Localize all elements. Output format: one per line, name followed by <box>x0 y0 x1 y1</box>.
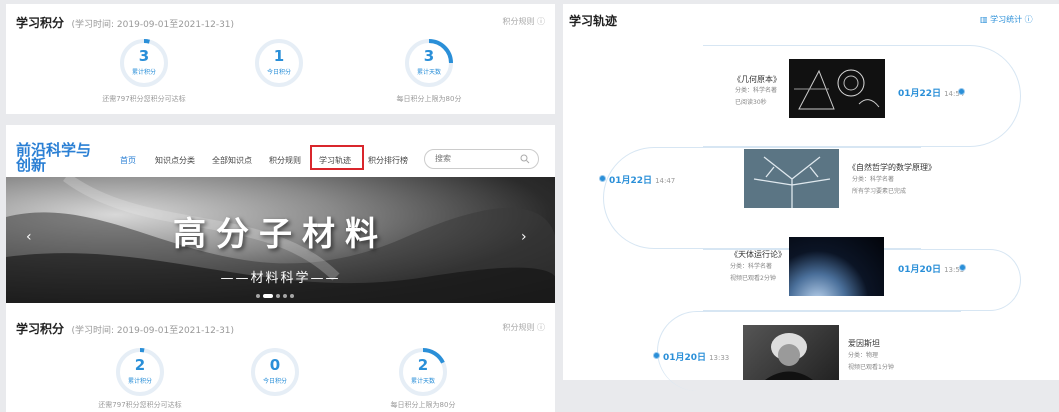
points-left-caption: 还需797积分您积分可达标 <box>102 95 186 103</box>
ring-value: 1 <box>273 47 285 65</box>
nav-learning-track[interactable]: 学习轨迹 <box>319 155 351 166</box>
ring-value: 2 <box>417 356 429 374</box>
site-header: 前沿科学与创新 首页 知识点分类 全部知识点 积分规则 学习轨迹 积分排行榜 <box>6 125 555 177</box>
points-right-caption: 每日积分上限为80分 <box>390 401 456 409</box>
nav-all-knowledge[interactable]: 全部知识点 <box>212 155 252 166</box>
banner-dot[interactable] <box>276 294 280 298</box>
banner-pagination <box>256 294 294 298</box>
timeline-dot-icon <box>959 264 966 271</box>
banner-dot[interactable] <box>256 294 260 298</box>
entry-category: 分类：物理 <box>848 352 879 359</box>
tree-diagram-image <box>753 156 831 208</box>
portrait-image <box>765 333 813 380</box>
hero-banner[interactable]: 高分子材料 ——材料科学—— ‹ › <box>6 177 555 303</box>
entry-status: 所有学习要素已完成 <box>852 188 907 195</box>
today-points-ring: 1 今日积分 <box>254 38 304 88</box>
ring-value: 3 <box>423 47 435 65</box>
total-points-ring: 2 累计积分 <box>115 347 165 397</box>
ring-value: 0 <box>269 356 281 374</box>
entry-thumbnail[interactable] <box>744 149 839 208</box>
today-points-ring: 0 今日积分 <box>250 347 300 397</box>
total-days-ring: 3 累计天数 <box>404 38 454 88</box>
search-icon[interactable] <box>520 154 530 164</box>
banner-dot[interactable] <box>283 294 287 298</box>
entry-thumbnail[interactable] <box>789 237 884 296</box>
banner-prev-icon[interactable]: ‹ <box>26 229 32 245</box>
nav-points-ranking[interactable]: 积分排行榜 <box>368 155 408 166</box>
entry-date: 01月20日 13:33 <box>663 353 730 363</box>
points-title: 学习积分 <box>16 16 65 30</box>
points-panel-top: 学习积分 (学习时间: 2019-09-01至2021-12-31) 积分规则 … <box>6 4 555 114</box>
entry-category: 分类：科学名著 <box>735 87 778 94</box>
entry-category: 分类：科学名著 <box>730 263 773 270</box>
ring-label: 累计天数 <box>410 378 435 385</box>
track-title: 学习轨迹 <box>569 14 618 28</box>
points-rule-link[interactable]: 积分规则 ⓘ <box>502 16 545 27</box>
entry-status: 视频已观看1分钟 <box>848 364 894 371</box>
banner-next-icon[interactable]: › <box>521 229 527 245</box>
ring-label: 累计天数 <box>416 69 441 76</box>
nav-knowledge-categories[interactable]: 知识点分类 <box>155 155 195 166</box>
entry-date: 01月20日 13:53 <box>898 265 965 275</box>
points-title: 学习积分 <box>16 322 65 336</box>
timeline-dot-icon <box>958 88 965 95</box>
entry-date: 01月22日 14:54 <box>898 89 965 99</box>
entry-status: 视频已观看2分钟 <box>730 275 776 282</box>
banner-subtitle: ——材料科学—— <box>220 271 341 286</box>
points-left-caption: 还需797积分您积分可达标 <box>98 401 182 409</box>
entry-title[interactable]: 《几何原本》 <box>733 74 781 85</box>
nav-home[interactable]: 首页 <box>120 155 136 166</box>
banner-dot[interactable] <box>290 294 294 298</box>
points-panel-bottom: 学习积分 (学习时间: 2019-09-01至2021-12-31) 积分规则 … <box>6 303 555 412</box>
ring-label: 今日积分 <box>262 378 287 385</box>
entry-thumbnail[interactable] <box>743 325 839 380</box>
ring-label: 累计积分 <box>127 378 152 385</box>
entry-title[interactable]: 《自然哲学的数学原理》 <box>848 162 936 173</box>
search-input[interactable] <box>435 154 505 163</box>
entry-title[interactable]: 《天体运行论》 <box>730 249 786 260</box>
points-rule-link[interactable]: 积分规则 ⓘ <box>502 322 545 333</box>
timeline-dot-icon <box>599 175 606 182</box>
banner-title: 高分子材料 <box>173 214 388 253</box>
total-points-ring: 3 累计积分 <box>119 38 169 88</box>
banner-dot-active[interactable] <box>263 294 273 298</box>
blackboard-image <box>794 69 880 110</box>
timeline-dot-icon <box>653 352 660 359</box>
entry-category: 分类：科学名著 <box>852 176 895 183</box>
nav-points-rules[interactable]: 积分规则 <box>269 155 301 166</box>
search-box[interactable] <box>424 149 539 169</box>
entry-thumbnail[interactable] <box>789 59 885 118</box>
ring-label: 累计积分 <box>131 69 156 76</box>
learning-stats-link[interactable]: ▥ 学习统计 ⓘ <box>980 14 1033 25</box>
learning-track-panel: 学习轨迹 ▥ 学习统计 ⓘ 《几何原本》 分类：科学名著 已阅读30秒 01月2… <box>563 4 1059 391</box>
site-brand[interactable]: 前沿科学与创新 <box>16 143 94 173</box>
entry-title[interactable]: 爱因斯坦 <box>848 338 880 349</box>
points-period: (学习时间: 2019-09-01至2021-12-31) <box>71 326 235 336</box>
points-right-caption: 每日积分上限为80分 <box>396 95 462 103</box>
ring-value: 2 <box>134 356 146 374</box>
ring-label: 今日积分 <box>266 69 291 76</box>
entry-date: 01月22日 14:47 <box>609 176 676 186</box>
entry-status: 已阅读30秒 <box>735 99 767 106</box>
ring-value: 3 <box>138 47 150 65</box>
points-period: (学习时间: 2019-09-01至2021-12-31) <box>71 20 235 30</box>
total-days-ring: 2 累计天数 <box>398 347 448 397</box>
